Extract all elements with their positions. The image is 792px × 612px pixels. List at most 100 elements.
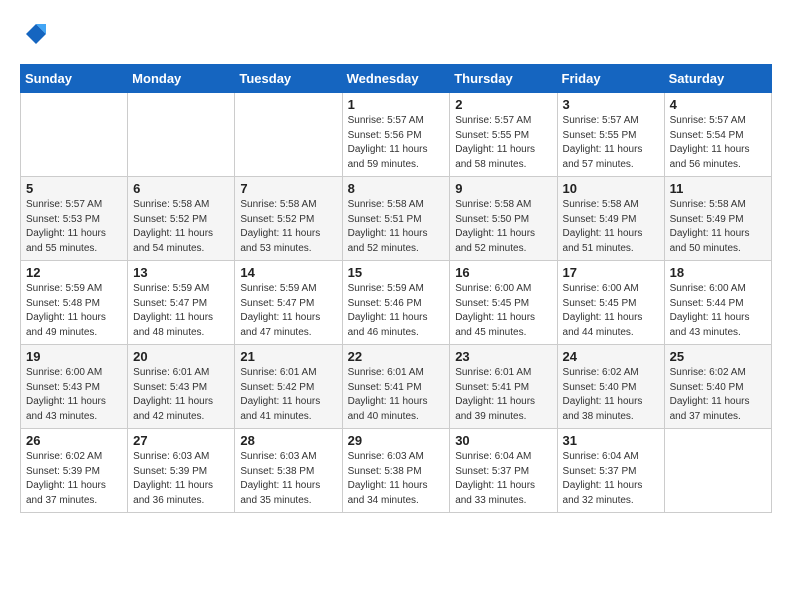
day-info: Sunrise: 6:00 AM Sunset: 5:45 PM Dayligh… (455, 282, 551, 340)
calendar-cell: 24 Sunrise: 6:02 AM Sunset: 5:40 PM Dayli… (557, 345, 664, 429)
calendar-week-row: 12 Sunrise: 5:59 AM Sunset: 5:48 PM Dayli… (21, 261, 772, 345)
day-number: 15 (348, 265, 445, 280)
day-number: 11 (670, 181, 766, 196)
day-info: Sunrise: 5:57 AM Sunset: 5:56 PM Dayligh… (348, 114, 445, 172)
calendar-cell: 3 Sunrise: 5:57 AM Sunset: 5:55 PM Daylig… (557, 93, 664, 177)
day-number: 8 (348, 181, 445, 196)
column-header-wednesday: Wednesday (342, 65, 450, 93)
calendar-cell: 7Sunrise: 5:58 AM Sunset: 5:52 PM Daylig… (235, 177, 342, 261)
day-number: 18 (670, 265, 766, 280)
calendar-cell: 22Sunrise: 6:01 AM Sunset: 5:41 PM Dayli… (342, 345, 450, 429)
calendar-cell (664, 429, 771, 513)
calendar-cell: 4 Sunrise: 5:57 AM Sunset: 5:54 PM Daylig… (664, 93, 771, 177)
logo-icon (20, 20, 48, 48)
calendar-header-row: SundayMondayTuesdayWednesdayThursdayFrid… (21, 65, 772, 93)
calendar-cell: 29Sunrise: 6:03 AM Sunset: 5:38 PM Dayli… (342, 429, 450, 513)
day-info: Sunrise: 5:57 AM Sunset: 5:53 PM Dayligh… (26, 198, 122, 256)
calendar-cell: 25 Sunrise: 6:02 AM Sunset: 5:40 PM Dayli… (664, 345, 771, 429)
calendar-cell: 12 Sunrise: 5:59 AM Sunset: 5:48 PM Dayli… (21, 261, 128, 345)
day-number: 1 (348, 97, 445, 112)
day-info: Sunrise: 5:58 AM Sunset: 5:52 PM Dayligh… (133, 198, 229, 256)
column-header-monday: Monday (128, 65, 235, 93)
calendar-cell: 28Sunrise: 6:03 AM Sunset: 5:38 PM Dayli… (235, 429, 342, 513)
day-info: Sunrise: 6:01 AM Sunset: 5:42 PM Dayligh… (240, 366, 336, 424)
day-info: Sunrise: 5:58 AM Sunset: 5:49 PM Dayligh… (563, 198, 659, 256)
calendar-cell: 30 Sunrise: 6:04 AM Sunset: 5:37 PM Dayli… (450, 429, 557, 513)
day-number: 19 (26, 349, 122, 364)
day-info: Sunrise: 6:03 AM Sunset: 5:38 PM Dayligh… (240, 450, 336, 508)
calendar-cell: 17 Sunrise: 6:00 AM Sunset: 5:45 PM Dayli… (557, 261, 664, 345)
day-info: Sunrise: 5:58 AM Sunset: 5:49 PM Dayligh… (670, 198, 766, 256)
calendar-cell: 8 Sunrise: 5:58 AM Sunset: 5:51 PM Daylig… (342, 177, 450, 261)
calendar-cell: 2 Sunrise: 5:57 AM Sunset: 5:55 PM Daylig… (450, 93, 557, 177)
calendar-cell: 6 Sunrise: 5:58 AM Sunset: 5:52 PM Daylig… (128, 177, 235, 261)
day-info: Sunrise: 5:57 AM Sunset: 5:55 PM Dayligh… (455, 114, 551, 172)
calendar-cell: 1 Sunrise: 5:57 AM Sunset: 5:56 PM Daylig… (342, 93, 450, 177)
day-info: Sunrise: 6:04 AM Sunset: 5:37 PM Dayligh… (455, 450, 551, 508)
calendar-cell: 13 Sunrise: 5:59 AM Sunset: 5:47 PM Dayli… (128, 261, 235, 345)
day-info: Sunrise: 5:58 AM Sunset: 5:50 PM Dayligh… (455, 198, 551, 256)
calendar-cell: 31 Sunrise: 6:04 AM Sunset: 5:37 PM Dayli… (557, 429, 664, 513)
calendar-week-row: 5Sunrise: 5:57 AM Sunset: 5:53 PM Daylig… (21, 177, 772, 261)
column-header-tuesday: Tuesday (235, 65, 342, 93)
day-number: 2 (455, 97, 551, 112)
day-info: Sunrise: 5:59 AM Sunset: 5:46 PM Dayligh… (348, 282, 445, 340)
calendar-cell (235, 93, 342, 177)
calendar-table: SundayMondayTuesdayWednesdayThursdayFrid… (20, 64, 772, 513)
calendar-cell: 27 Sunrise: 6:03 AM Sunset: 5:39 PM Dayli… (128, 429, 235, 513)
day-number: 4 (670, 97, 766, 112)
day-number: 10 (563, 181, 659, 196)
column-header-friday: Friday (557, 65, 664, 93)
calendar-cell: 11 Sunrise: 5:58 AM Sunset: 5:49 PM Dayli… (664, 177, 771, 261)
day-info: Sunrise: 5:58 AM Sunset: 5:51 PM Dayligh… (348, 198, 445, 256)
day-number: 17 (563, 265, 659, 280)
day-info: Sunrise: 5:58 AM Sunset: 5:52 PM Dayligh… (240, 198, 336, 256)
day-number: 13 (133, 265, 229, 280)
day-info: Sunrise: 6:01 AM Sunset: 5:41 PM Dayligh… (348, 366, 445, 424)
calendar-cell: 5Sunrise: 5:57 AM Sunset: 5:53 PM Daylig… (21, 177, 128, 261)
day-info: Sunrise: 5:57 AM Sunset: 5:54 PM Dayligh… (670, 114, 766, 172)
day-number: 25 (670, 349, 766, 364)
calendar-cell: 18 Sunrise: 6:00 AM Sunset: 5:44 PM Dayli… (664, 261, 771, 345)
calendar-week-row: 26 Sunrise: 6:02 AM Sunset: 5:39 PM Dayli… (21, 429, 772, 513)
day-info: Sunrise: 6:00 AM Sunset: 5:44 PM Dayligh… (670, 282, 766, 340)
column-header-sunday: Sunday (21, 65, 128, 93)
day-number: 14 (240, 265, 336, 280)
day-info: Sunrise: 5:59 AM Sunset: 5:48 PM Dayligh… (26, 282, 122, 340)
calendar-cell: 19Sunrise: 6:00 AM Sunset: 5:43 PM Dayli… (21, 345, 128, 429)
day-number: 6 (133, 181, 229, 196)
day-number: 16 (455, 265, 551, 280)
day-number: 3 (563, 97, 659, 112)
calendar-cell: 14 Sunrise: 5:59 AM Sunset: 5:47 PM Dayli… (235, 261, 342, 345)
column-header-saturday: Saturday (664, 65, 771, 93)
calendar-week-row: 1 Sunrise: 5:57 AM Sunset: 5:56 PM Daylig… (21, 93, 772, 177)
day-info: Sunrise: 5:59 AM Sunset: 5:47 PM Dayligh… (240, 282, 336, 340)
day-info: Sunrise: 6:00 AM Sunset: 5:45 PM Dayligh… (563, 282, 659, 340)
calendar-cell: 9Sunrise: 5:58 AM Sunset: 5:50 PM Daylig… (450, 177, 557, 261)
day-number: 31 (563, 433, 659, 448)
day-number: 20 (133, 349, 229, 364)
calendar-cell (21, 93, 128, 177)
day-info: Sunrise: 6:01 AM Sunset: 5:41 PM Dayligh… (455, 366, 551, 424)
calendar-cell: 10 Sunrise: 5:58 AM Sunset: 5:49 PM Dayli… (557, 177, 664, 261)
day-info: Sunrise: 5:59 AM Sunset: 5:47 PM Dayligh… (133, 282, 229, 340)
day-number: 30 (455, 433, 551, 448)
calendar-week-row: 19Sunrise: 6:00 AM Sunset: 5:43 PM Dayli… (21, 345, 772, 429)
day-number: 27 (133, 433, 229, 448)
day-number: 24 (563, 349, 659, 364)
day-info: Sunrise: 6:02 AM Sunset: 5:39 PM Dayligh… (26, 450, 122, 508)
day-info: Sunrise: 6:04 AM Sunset: 5:37 PM Dayligh… (563, 450, 659, 508)
calendar-cell: 20 Sunrise: 6:01 AM Sunset: 5:43 PM Dayli… (128, 345, 235, 429)
day-info: Sunrise: 6:02 AM Sunset: 5:40 PM Dayligh… (563, 366, 659, 424)
day-number: 23 (455, 349, 551, 364)
day-info: Sunrise: 6:02 AM Sunset: 5:40 PM Dayligh… (670, 366, 766, 424)
day-number: 26 (26, 433, 122, 448)
day-info: Sunrise: 6:01 AM Sunset: 5:43 PM Dayligh… (133, 366, 229, 424)
calendar-cell: 26 Sunrise: 6:02 AM Sunset: 5:39 PM Dayli… (21, 429, 128, 513)
page-header (20, 20, 772, 48)
day-info: Sunrise: 6:03 AM Sunset: 5:39 PM Dayligh… (133, 450, 229, 508)
day-info: Sunrise: 5:57 AM Sunset: 5:55 PM Dayligh… (563, 114, 659, 172)
calendar-cell: 23 Sunrise: 6:01 AM Sunset: 5:41 PM Dayli… (450, 345, 557, 429)
day-number: 12 (26, 265, 122, 280)
calendar-cell: 16 Sunrise: 6:00 AM Sunset: 5:45 PM Dayli… (450, 261, 557, 345)
